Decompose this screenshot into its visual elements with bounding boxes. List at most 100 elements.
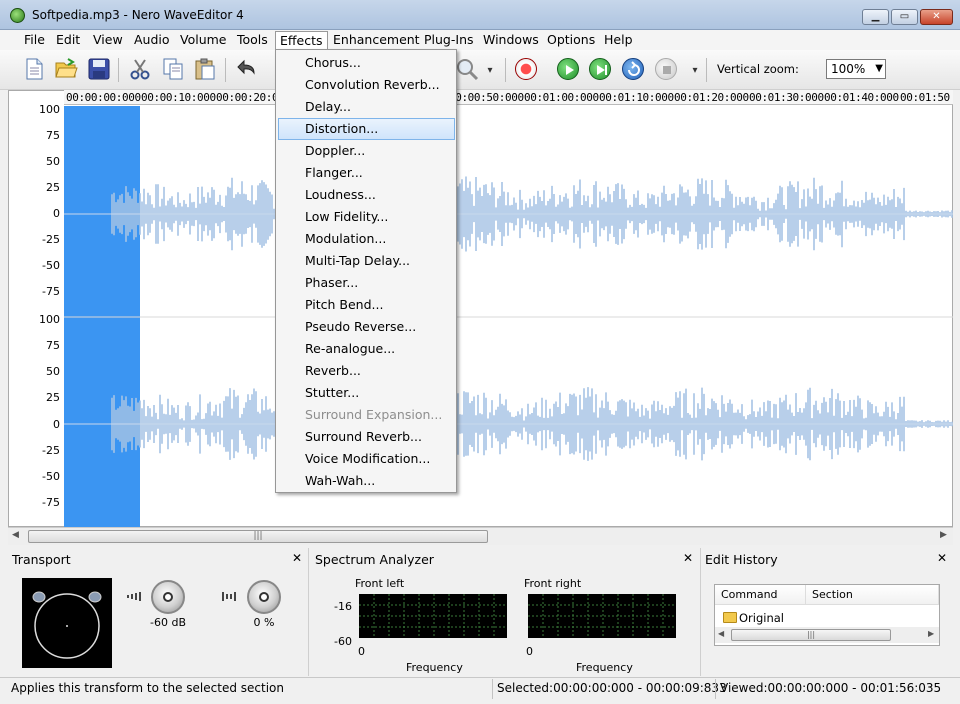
history-scrollbar-thumb[interactable]: ||| — [731, 629, 891, 641]
horizontal-scrollbar[interactable]: ◀ ||| ▶ — [8, 527, 953, 545]
toolbar: ▾ ▾ — [0, 50, 960, 90]
effects-menu-voice-modification[interactable]: Voice Modification... — [278, 448, 455, 470]
effects-menu-reverb[interactable]: Reverb... — [278, 360, 455, 382]
y-axis-label: -75 — [42, 285, 60, 298]
effects-menu-pitch-bend[interactable]: Pitch Bend... — [278, 294, 455, 316]
play-selection-icon — [597, 65, 607, 75]
history-list[interactable]: Command Section Original ◀ ||| ▶ — [714, 584, 940, 646]
ruler-label: 00:01:20:000 — [674, 91, 749, 104]
paste-icon[interactable] — [193, 57, 217, 81]
history-close-icon[interactable]: ✕ — [937, 551, 947, 565]
menu-audio[interactable]: Audio — [130, 31, 174, 50]
balance-value: 0 % — [253, 616, 275, 629]
transport-close-icon[interactable]: ✕ — [292, 551, 302, 565]
scroll-right-icon[interactable]: ▶ — [940, 530, 947, 540]
history-column-command[interactable]: Command — [715, 585, 806, 605]
menu-edit[interactable]: Edit — [52, 31, 84, 50]
jog-wheel-icon[interactable] — [22, 578, 112, 668]
transport-panel-title: Transport — [12, 552, 71, 567]
scroll-left-icon[interactable]: ◀ — [12, 530, 19, 540]
effects-menu-surround-reverb[interactable]: Surround Reverb... — [278, 426, 455, 448]
effects-menu-stutter[interactable]: Stutter... — [278, 382, 455, 404]
effects-menu-loudness[interactable]: Loudness... — [278, 184, 455, 206]
history-panel-title: Edit History — [705, 552, 778, 567]
menu-enhancement[interactable]: Enhancement — [329, 31, 424, 50]
window-title: Softpedia.mp3 - Nero WaveEditor 4 — [32, 8, 244, 22]
zoom-icon[interactable] — [455, 57, 479, 81]
spectrum-close-icon[interactable]: ✕ — [683, 551, 693, 565]
effects-menu-wah-wah[interactable]: Wah-Wah... — [278, 470, 455, 492]
y-axis-label: 50 — [46, 155, 60, 168]
menu-options[interactable]: Options — [543, 31, 599, 50]
scroll-right-icon[interactable]: ▶ — [928, 629, 934, 638]
effects-menu-modulation[interactable]: Modulation... — [278, 228, 455, 250]
effects-menu-multi-tap-delay[interactable]: Multi-Tap Delay... — [278, 250, 455, 272]
new-file-icon[interactable] — [22, 57, 46, 81]
copy-icon[interactable] — [161, 57, 185, 81]
effects-menu-doppler[interactable]: Doppler... — [278, 140, 455, 162]
y-axis-label: -50 — [42, 470, 60, 483]
panel-divider — [308, 548, 309, 676]
menu-volume[interactable]: Volume — [176, 31, 231, 50]
menu-windows[interactable]: Windows — [479, 31, 543, 50]
effects-menu-re-analogue[interactable]: Re-analogue... — [278, 338, 455, 360]
volume-knob[interactable] — [151, 580, 185, 614]
toolbar-separator — [118, 58, 119, 82]
stop-button[interactable] — [655, 58, 677, 80]
close-button[interactable]: ✕ — [920, 9, 953, 25]
balance-knob[interactable] — [247, 580, 281, 614]
minimize-button[interactable]: ▁ — [862, 9, 889, 25]
status-separator — [492, 679, 493, 699]
effects-menu-pseudo-reverse[interactable]: Pseudo Reverse... — [278, 316, 455, 338]
history-row[interactable]: Original — [723, 611, 784, 625]
cut-icon[interactable] — [128, 57, 152, 81]
history-column-section[interactable]: Section — [806, 585, 939, 605]
menu-view[interactable]: View — [89, 31, 127, 50]
scroll-left-icon[interactable]: ◀ — [718, 629, 724, 638]
y-axis-label: 100 — [39, 103, 60, 116]
ruler-label: 00:01:40:000 — [824, 91, 899, 104]
ruler-label: 00:00:10:000 — [141, 91, 216, 104]
effects-dropdown-menu: Chorus... Convolution Reverb... Delay...… — [275, 49, 457, 493]
toolbar-overflow-icon[interactable]: ▾ — [484, 62, 496, 80]
y-axis-label: 0 — [53, 207, 60, 220]
open-folder-icon[interactable] — [54, 57, 78, 81]
undo-icon[interactable] — [234, 57, 258, 81]
toolbar-separator — [706, 58, 707, 82]
volume-value: -60 dB — [150, 616, 186, 629]
play-button[interactable] — [557, 58, 579, 80]
record-button[interactable] — [515, 58, 537, 80]
panel-divider — [700, 548, 701, 676]
effects-menu-distortion[interactable]: Distortion... — [278, 118, 455, 140]
transport-display — [22, 578, 112, 668]
ruler-label: 00:00:50:000 — [449, 91, 524, 104]
effects-menu-delay[interactable]: Delay... — [278, 96, 455, 118]
menu-file[interactable]: File — [20, 31, 49, 50]
vertical-zoom-value: 100% — [831, 62, 866, 76]
maximize-button[interactable]: ▭ — [891, 9, 918, 25]
effects-menu-phaser[interactable]: Phaser... — [278, 272, 455, 294]
spectrum-left-display — [359, 594, 507, 638]
effects-menu-low-fidelity[interactable]: Low Fidelity... — [278, 206, 455, 228]
vertical-zoom-select[interactable]: 100% ▼ — [826, 59, 886, 79]
effects-menu-convolution-reverb[interactable]: Convolution Reverb... — [278, 74, 455, 96]
loop-button[interactable] — [622, 58, 644, 80]
menu-help[interactable]: Help — [600, 31, 637, 50]
effects-menu-flanger[interactable]: Flanger... — [278, 162, 455, 184]
menu-tools[interactable]: Tools — [233, 31, 272, 50]
menu-plugins[interactable]: Plug-Ins — [420, 31, 478, 50]
y-axis-label: -75 — [42, 496, 60, 509]
history-scrollbar[interactable]: ◀ ||| ▶ — [715, 627, 939, 643]
menu-effects[interactable]: Effects — [275, 31, 328, 50]
balance-icon — [222, 592, 236, 601]
toolbar-overflow-icon[interactable]: ▾ — [689, 62, 701, 80]
spectrum-right-grid — [528, 594, 676, 638]
waveform-canvas — [64, 176, 953, 461]
effects-menu-chorus[interactable]: Chorus... — [278, 52, 455, 74]
ruler-label: 00:00:00:000 — [66, 91, 141, 104]
status-viewed: Viewed:00:00:00:000 - 00:01:56:035 — [720, 681, 942, 695]
save-icon[interactable] — [87, 57, 111, 81]
scrollbar-thumb[interactable]: ||| — [28, 530, 488, 543]
spectrum-zero-right: 0 — [526, 645, 533, 658]
play-selection-button[interactable] — [589, 58, 611, 80]
